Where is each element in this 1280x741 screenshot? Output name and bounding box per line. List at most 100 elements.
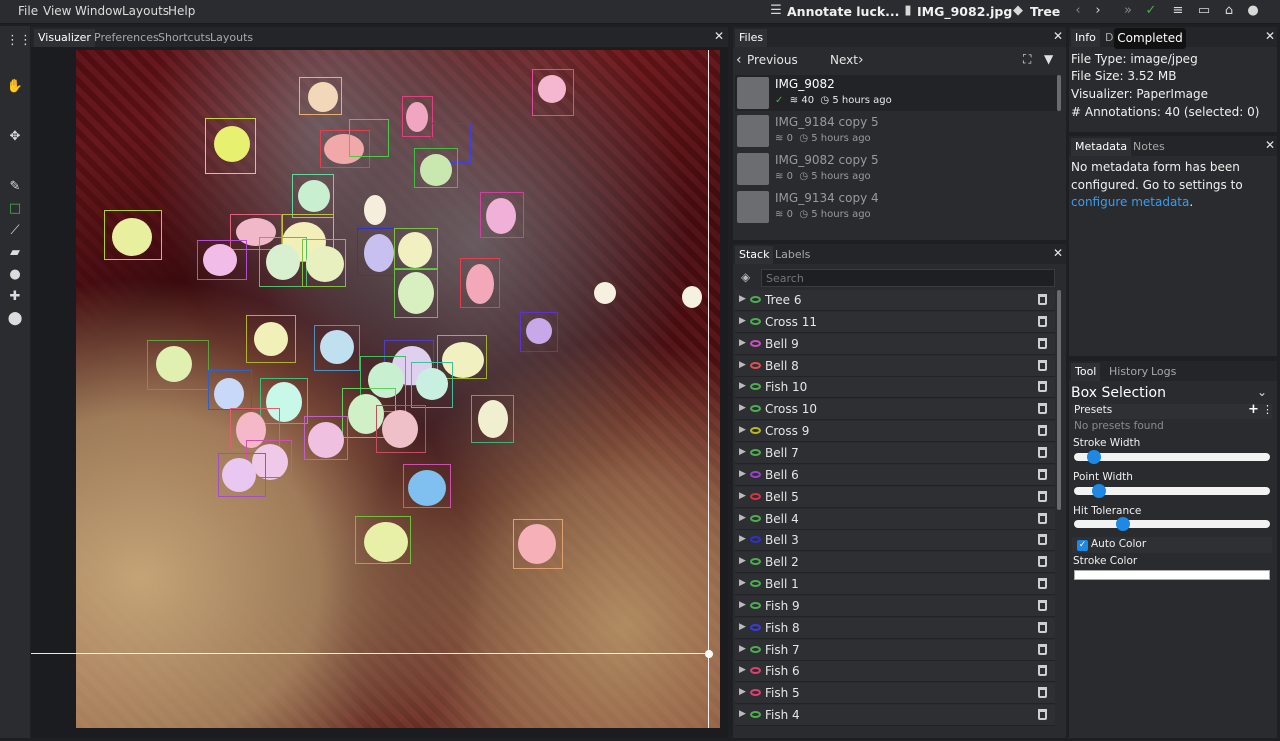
close-icon[interactable]: ✕ [1053,29,1063,43]
box-icon[interactable]: □ [6,200,24,218]
chevron-right-icon[interactable]: ▶ [739,709,746,719]
brush-icon[interactable]: ⟋ [6,222,24,240]
file-item[interactable]: IMG_9134 copy 4 ≋ 0 ◷ 5 hours ago [735,189,1057,225]
tab-notes[interactable]: Notes [1129,138,1169,156]
chevron-right-icon[interactable]: ▶ [739,294,746,304]
more-icon[interactable]: ⋮ [1262,403,1273,416]
tab-metadata[interactable]: Metadata [1071,138,1132,156]
stack-item[interactable]: ▶ Bell 1 [735,574,1055,596]
chevron-right-icon[interactable]: ▶ [739,665,746,675]
chevron-right-icon[interactable]: › [1090,3,1106,19]
dots-grid-icon[interactable]: ⋮⋮ [6,32,32,50]
tab-preferences[interactable]: Preferences [90,29,163,47]
chevron-right-icon[interactable]: ▶ [739,381,746,391]
chevron-right-icon[interactable]: ▶ [739,513,746,523]
bounding-box[interactable] [357,228,395,276]
point-width-slider[interactable] [1074,484,1270,498]
bounding-box[interactable] [299,77,342,115]
eye-icon[interactable] [750,448,761,456]
chevron-right-icon[interactable]: ▶ [739,360,746,370]
stack-item[interactable]: ▶ Cross 11 [735,311,1055,333]
bounding-box[interactable] [292,174,334,218]
configure-metadata-link[interactable]: configure metadata [1071,195,1189,209]
eye-icon[interactable] [750,667,761,675]
chevron-right-icon[interactable]: ▶ [739,622,746,632]
eye-icon[interactable] [750,296,761,303]
files-scrollbar[interactable] [1057,75,1061,111]
bounding-box[interactable] [513,519,563,569]
bounding-box[interactable] [208,370,252,410]
bounding-box[interactable] [304,416,348,460]
stack-item[interactable]: ▶ Fish 7 [735,639,1055,661]
tab-tool[interactable]: Tool [1071,363,1101,381]
stroke-color-swatch[interactable] [1074,570,1270,580]
tab-stack[interactable]: Stack [735,246,774,264]
tab-labels[interactable]: Labels [771,246,814,264]
category-name[interactable]: Tree [1030,4,1060,19]
chevron-right-icon[interactable]: ▶ [739,338,746,348]
bounding-box[interactable] [414,148,458,188]
bounding-box[interactable] [520,312,558,352]
search-input[interactable] [761,269,1055,287]
bounding-box[interactable] [402,96,433,137]
circle-icon[interactable]: ● [6,266,24,284]
user-icon[interactable]: ● [1245,3,1261,19]
bounding-box[interactable] [147,340,209,390]
tab-info[interactable]: Info [1071,29,1100,47]
stack-item[interactable]: ▶ Bell 2 [735,552,1055,574]
auto-color-checkbox[interactable]: ✓ [1077,540,1088,551]
chevron-right-icon[interactable]: ▶ [739,403,746,413]
tab-layouts[interactable]: Layouts [206,29,257,47]
eye-icon[interactable] [750,623,761,631]
image-canvas[interactable] [76,50,720,728]
bounding-box[interactable] [197,240,247,280]
stack-item[interactable]: ▶ Bell 9 [735,333,1055,355]
close-icon[interactable]: ✕ [1265,29,1275,43]
menu-file[interactable]: File [18,4,38,18]
bounding-box[interactable] [355,516,411,564]
bounding-box[interactable] [104,210,162,260]
eye-icon[interactable] [750,601,761,609]
menu-layouts[interactable]: Layouts [122,4,169,18]
stack-item[interactable]: ▶ Fish 8 [735,617,1055,639]
chevron-right-icon[interactable]: ▶ [739,491,746,501]
eye-icon[interactable] [750,536,761,544]
eye-icon[interactable] [750,645,761,653]
home-icon[interactable]: ⌂ [1221,3,1237,19]
bounding-box[interactable] [205,118,256,174]
stack-item[interactable]: ▶ Bell 8 [735,355,1055,377]
bounding-box[interactable] [460,258,500,308]
trash-icon[interactable] [1038,403,1047,415]
chevron-right-icon[interactable]: ▶ [739,534,746,544]
menu-window[interactable]: Window [75,4,122,18]
chevron-right-icon[interactable]: ▶ [739,578,746,588]
bounding-box[interactable] [246,315,296,363]
tab-files[interactable]: Files [735,29,768,47]
file-item[interactable]: IMG_9082 copy 5 ≋ 0 ◷ 5 hours ago [735,151,1057,187]
chevron-right-icon[interactable]: ▶ [739,469,746,479]
eye-icon[interactable] [750,514,761,522]
bounding-box[interactable] [376,405,426,453]
checkmark-icon[interactable]: ✓ [1143,3,1159,19]
trash-icon[interactable] [1038,578,1047,590]
trash-icon[interactable] [1038,665,1047,677]
slider-knob[interactable] [1092,484,1107,498]
chevron-right-icon[interactable]: ▶ [739,316,746,326]
stack-item[interactable]: ▶ Bell 5 [735,486,1055,508]
bounding-box[interactable] [302,239,346,287]
stack-item[interactable]: ▶ Fish 6 [735,661,1055,683]
trash-icon[interactable] [1038,556,1047,568]
bounding-box[interactable] [480,192,524,238]
stack-item[interactable]: ▶ Fish 5 [735,683,1055,705]
close-icon[interactable]: ✕ [714,29,724,43]
stack-item[interactable]: ▶ Fish 9 [735,595,1055,617]
stack-item[interactable]: ▶ Fish 10 [735,377,1055,399]
tab-visualizer[interactable]: Visualizer [34,29,95,47]
trash-icon[interactable] [1038,490,1047,502]
trash-icon[interactable] [1038,381,1047,393]
bounding-box[interactable] [218,453,266,497]
chevron-right-icon[interactable]: ▶ [739,644,746,654]
trash-icon[interactable] [1038,709,1047,721]
chevron-left-icon[interactable]: ‹ [736,52,742,68]
eraser-icon[interactable]: ▰ [6,244,24,262]
